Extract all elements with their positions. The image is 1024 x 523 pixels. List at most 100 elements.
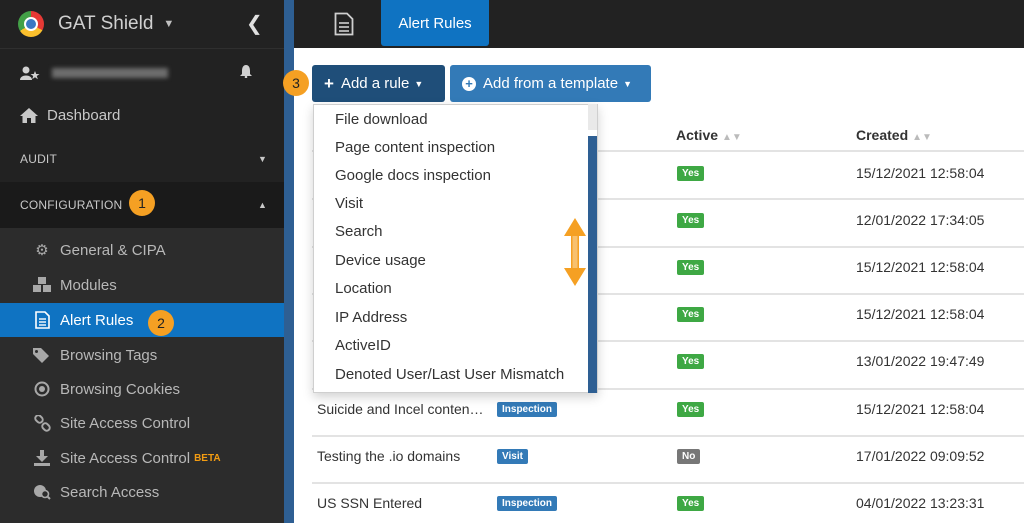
sidebar-item-browsing-tags[interactable]: Browsing Tags (0, 338, 284, 372)
download-icon (32, 448, 52, 468)
created-date: 12/01/2022 17:34:05 (856, 212, 985, 228)
user-star-icon (20, 66, 40, 80)
created-date: 15/12/2021 12:58:04 (856, 165, 985, 181)
dot-circle-icon (32, 379, 52, 399)
rule-type-badge: Inspection (497, 496, 558, 511)
active-badge: No (677, 449, 701, 464)
sidebar-item-label: Site Access Control (60, 449, 191, 467)
created-date: 04/01/2022 13:23:31 (856, 495, 985, 511)
sidebar-item-label: Modules (60, 276, 117, 294)
sidebar-item-label: General & CIPA (60, 241, 166, 259)
row-divider (312, 482, 1024, 484)
marker-3: 3 (283, 70, 309, 96)
cubes-icon (32, 275, 52, 295)
gat-logo-icon (18, 11, 44, 37)
section-audit[interactable]: AUDIT ▼ (0, 136, 284, 182)
created-date: 15/12/2021 12:58:04 (856, 401, 985, 417)
dropdown-item-device-usage[interactable]: Device usage (335, 252, 426, 269)
created-date: 13/01/2022 19:47:49 (856, 353, 985, 369)
created-date: 17/01/2022 09:09:52 (856, 448, 985, 464)
sidebar-item-search-access[interactable]: Search Access (0, 475, 284, 509)
collapse-sidebar-icon[interactable]: ❮ (246, 11, 263, 36)
sidebar-item-label: Browsing Cookies (60, 380, 181, 398)
add-rule-button[interactable]: + Add a rule ▼ (312, 65, 445, 102)
rule-type-badge: Visit (497, 449, 528, 464)
active-badge: Yes (677, 307, 705, 322)
document-tab[interactable] (324, 7, 364, 41)
sidebar-item-site-access-control[interactable]: Site Access Control (0, 406, 284, 440)
sidebar-item-site-access-control-beta[interactable]: Site Access Control BETA (0, 441, 284, 475)
caret-down-icon: ▼ (623, 78, 632, 89)
dropdown-item-file-download[interactable]: File download (335, 111, 428, 128)
add-from-template-button[interactable]: + Add from a template ▼ (450, 65, 651, 102)
sidebar-item-label: Alert Rules (60, 311, 134, 329)
button-label: Add a rule (340, 75, 410, 92)
active-badge: Yes (677, 496, 705, 511)
sidebar-item-general-cipa[interactable]: ⚙ General & CIPA (0, 233, 284, 267)
column-header-active[interactable]: Active ▲▼ (676, 127, 742, 143)
active-badge: Yes (677, 354, 705, 369)
sidebar-item-label: Browsing Tags (60, 346, 158, 364)
dropdown-item-location[interactable]: Location (335, 280, 392, 297)
rule-name[interactable]: US SSN Entered (317, 495, 422, 511)
caret-down-icon: ▼ (414, 78, 424, 89)
dropdown-item-visit[interactable]: Visit (335, 195, 363, 212)
dropdown-item-page-content-inspection[interactable]: Page content inspection (335, 139, 495, 156)
gears-icon: ⚙ (35, 242, 49, 259)
user-name-blurred (52, 67, 168, 78)
dropdown-item-google-docs-inspection[interactable]: Google docs inspection (335, 167, 491, 184)
created-date: 15/12/2021 12:58:04 (856, 306, 985, 322)
tab-alert-rules[interactable]: Alert Rules (381, 0, 489, 46)
active-badge: Yes (677, 166, 705, 181)
brand-caret-icon[interactable]: ▼ (163, 18, 174, 30)
top-bar: Alert Rules (294, 0, 1024, 48)
up-down-arrow-icon (564, 218, 586, 286)
sidebar-item-dashboard[interactable]: Dashboard (0, 96, 284, 134)
button-label: Add from a template (483, 75, 619, 92)
sidebar: GAT Shield ▼ ❮ Dashboard AUDIT ▼ CONFIGU… (0, 0, 284, 523)
plus-icon: + (324, 73, 334, 93)
caret-up-icon: ▲ (258, 200, 268, 210)
rule-name[interactable]: Suicide and Incel conten… (317, 401, 484, 417)
dropdown-item-ip-address[interactable]: IP Address (335, 309, 407, 326)
section-label: AUDIT (20, 152, 57, 166)
sidebar-header: GAT Shield ▼ (0, 0, 284, 48)
sidebar-item-label: Site Access Control (60, 414, 191, 432)
sort-icon: ▲▼ (912, 132, 932, 143)
dropdown-scrollbar-track[interactable] (588, 104, 597, 130)
created-date: 15/12/2021 12:58:04 (856, 259, 985, 275)
rule-type-badge: Inspection (497, 402, 558, 417)
sidebar-item-browsing-cookies[interactable]: Browsing Cookies (0, 372, 284, 406)
beta-badge: BETA (194, 452, 221, 464)
header-label: Active (676, 127, 719, 143)
row-divider (312, 435, 1024, 437)
column-header-created[interactable]: Created ▲▼ (856, 127, 932, 143)
marker-1: 1 (129, 190, 155, 216)
header-label: Created (856, 127, 909, 143)
dropdown-scrollbar-thumb[interactable] (588, 136, 597, 393)
dropdown-item-denoted-user-last-user-mismatch[interactable]: Denoted User/Last User Mismatch (335, 366, 564, 383)
active-badge: Yes (677, 260, 705, 275)
dropdown-item-activeid[interactable]: ActiveID (335, 337, 391, 354)
section-label: CONFIGURATION (20, 198, 123, 212)
brand-name[interactable]: GAT Shield (58, 13, 153, 35)
plus-circle-icon: + (462, 76, 476, 91)
rule-name[interactable]: Testing the .io domains (317, 448, 460, 464)
sidebar-item-modules[interactable]: Modules (0, 268, 284, 302)
sidebar-item-alert-rules[interactable]: Alert Rules (0, 303, 284, 337)
active-badge: Yes (677, 402, 705, 417)
tags-icon (32, 345, 52, 365)
marker-2: 2 (148, 310, 174, 336)
bell-icon[interactable] (240, 65, 252, 78)
sidebar-item-label: Dashboard (47, 106, 121, 124)
sidebar-item-label: Search Access (60, 483, 160, 501)
globe-search-icon (32, 482, 52, 502)
document-icon (32, 310, 52, 330)
link-icon (32, 413, 52, 433)
file-text-icon (334, 12, 354, 36)
home-icon (20, 107, 38, 123)
dropdown-item-search[interactable]: Search (335, 223, 383, 240)
active-badge: Yes (677, 213, 705, 228)
caret-down-icon: ▼ (258, 154, 268, 164)
user-panel[interactable] (0, 48, 284, 96)
